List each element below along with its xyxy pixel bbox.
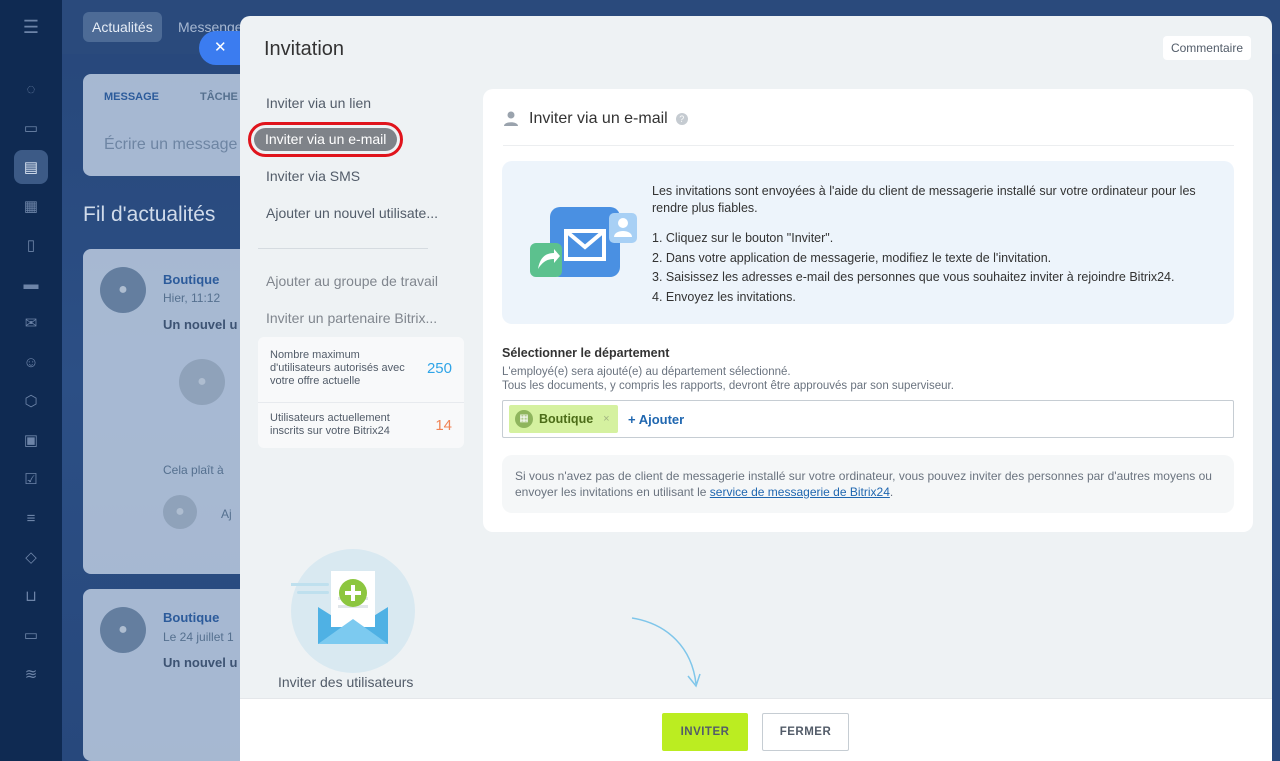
comment-button[interactable]: Commentaire — [1162, 36, 1251, 60]
messaging-service-link[interactable]: service de messagerie de Bitrix24 — [710, 485, 890, 499]
left-rail: ☰ ◌ ▭ ▤ ▦ ▯ ▬ ✉ ☺ ⬡ ▣ ☑ ≡ ◇ ⊔ ▭ ≋ — [0, 0, 62, 761]
card-title: Inviter via un e-mail — [529, 110, 668, 127]
note-end: . — [889, 485, 894, 499]
limits-divider — [258, 402, 464, 403]
background-post-2: ● Boutique Le 24 juillet 1 Un nouvel u — [83, 589, 253, 761]
department-desc-line: L'employé(e) sera ajouté(e) au départeme… — [502, 366, 791, 378]
avatar: ● — [100, 267, 146, 313]
department-description: L'employé(e) sera ajouté(e) au départeme… — [502, 365, 954, 393]
chat-icon[interactable]: ▭ — [14, 111, 48, 145]
info-step: 2. Dans votre application de messagerie,… — [652, 250, 1052, 265]
feed-title: Fil d'actualités — [83, 203, 216, 226]
menu-item-invite-email[interactable]: Inviter via un e-mail — [247, 122, 404, 157]
avatar: ● — [100, 607, 146, 653]
max-users-value: 250 — [426, 360, 452, 377]
promo-caption: Inviter des utilisateurs — [278, 674, 414, 690]
department-desc-line: Tous les documents, y compris les rappor… — [502, 380, 954, 392]
card-header: Inviter via un e-mail ? — [503, 109, 688, 129]
info-step: 1. Cliquez sur le bouton "Inviter". — [652, 231, 834, 245]
card-icon[interactable]: ▭ — [14, 618, 48, 652]
document-icon[interactable]: ▯ — [14, 228, 48, 262]
menu-item-invite-link[interactable]: Inviter via un lien — [266, 95, 371, 111]
menu-divider — [258, 248, 428, 249]
info-step: 4. Envoyez les invitations. — [652, 289, 796, 304]
invite-button[interactable]: INVITER — [662, 713, 748, 751]
post-author[interactable]: Boutique — [163, 272, 219, 287]
background-post-1: ● Boutique Hier, 11:12 Un nouvel u ● Cel… — [83, 249, 253, 574]
cube-icon[interactable]: ◇ — [14, 540, 48, 574]
calendar-icon[interactable]: ▦ — [14, 189, 48, 223]
pulse-icon[interactable]: ◌ — [14, 72, 48, 106]
board-icon[interactable]: ▣ — [14, 423, 48, 457]
post-headline: Un nouvel u — [163, 655, 238, 670]
drive-icon[interactable]: ▬ — [14, 267, 48, 301]
envelope-plus-icon — [289, 571, 388, 644]
close-button[interactable]: FERMER — [762, 713, 849, 751]
department-tag-label: Boutique — [539, 412, 594, 426]
invitation-slider: Invitation Commentaire Inviter via un li… — [240, 16, 1272, 761]
email-illustration-icon — [530, 207, 637, 277]
cart-icon[interactable]: ⊔ — [14, 579, 48, 613]
card-divider — [503, 145, 1234, 146]
info-description: Les invitations sont envoyées à l'aide d… — [652, 184, 1196, 215]
post-author[interactable]: Boutique — [163, 610, 219, 625]
mail-icon[interactable]: ✉ — [14, 306, 48, 340]
comment-placeholder[interactable]: Aj — [221, 507, 232, 521]
department-title: Sélectionner le département — [502, 346, 670, 360]
department-tag[interactable]: ▦ Boutique × — [509, 405, 618, 433]
task-icon[interactable]: ☑ — [14, 462, 48, 496]
background-composer: MESSAGE TÂCHE Écrire un message — [83, 74, 253, 176]
post-likes[interactable]: Cela plaît à — [163, 463, 224, 477]
tab-actualites[interactable]: Actualités — [83, 12, 162, 42]
info-steps: 1. Cliquez sur le bouton "Inviter". 2. D… — [652, 229, 1222, 307]
hexagon-icon[interactable]: ⬡ — [14, 384, 48, 418]
composer-tab-message[interactable]: MESSAGE — [104, 91, 159, 103]
menu-icon[interactable]: ☰ — [14, 10, 48, 44]
menu-item-invite-partner[interactable]: Inviter un partenaire Bitrix... — [266, 310, 437, 326]
post-headline: Un nouvel u — [163, 317, 238, 332]
feed-icon[interactable]: ▤ — [14, 150, 48, 184]
menu-item-add-user[interactable]: Ajouter un nouvel utilisate... — [266, 205, 438, 221]
group-icon[interactable]: ☺ — [14, 345, 48, 379]
close-icon: ✕ — [214, 39, 227, 56]
note-box: Si vous n'avez pas de client de messager… — [502, 455, 1234, 513]
slider-footer: INVITER FERMER — [240, 698, 1272, 761]
user-photo: ● — [179, 359, 225, 405]
stack-icon[interactable]: ≋ — [14, 657, 48, 691]
department-selector[interactable]: ▦ Boutique × + Ajouter — [502, 400, 1234, 438]
help-icon[interactable]: ? — [675, 113, 688, 125]
post-time: Hier, 11:12 — [163, 291, 221, 305]
invite-email-card: Inviter via un e-mail ? Les invitations … — [483, 89, 1253, 532]
current-users-value: 14 — [435, 417, 452, 434]
composer-placeholder[interactable]: Écrire un message — [104, 136, 237, 154]
max-users-label: Nombre maximum d'utilisateurs autorisés … — [270, 349, 405, 387]
info-step: 3. Saisissez les adresses e-mail des per… — [652, 270, 1175, 284]
arrow-down-icon — [631, 617, 701, 688]
note-text: Si vous n'avez pas de client de messager… — [515, 468, 1215, 500]
menu-item-invite-sms[interactable]: Inviter via SMS — [266, 168, 360, 184]
invite-illustration — [289, 549, 415, 673]
info-box: Les invitations sont envoyées à l'aide d… — [502, 161, 1234, 324]
post-time: Le 24 juillet 1 — [163, 630, 234, 644]
add-department-link[interactable]: + Ajouter — [628, 412, 684, 427]
user-add-icon — [504, 111, 518, 126]
user-limits-panel: Nombre maximum d'utilisateurs autorisés … — [258, 337, 464, 448]
commenter-avatar: ● — [163, 495, 197, 529]
tag-remove-icon[interactable]: × — [603, 413, 609, 425]
slider-title: Invitation — [264, 38, 345, 60]
menu-item-add-workgroup[interactable]: Ajouter au groupe de travail — [266, 273, 438, 289]
building-icon: ▦ — [515, 410, 533, 428]
composer-tab-task[interactable]: TÂCHE — [200, 91, 238, 103]
current-users-label: Utilisateurs actuellement inscrits sur v… — [270, 412, 390, 437]
filter-icon[interactable]: ≡ — [14, 501, 48, 535]
